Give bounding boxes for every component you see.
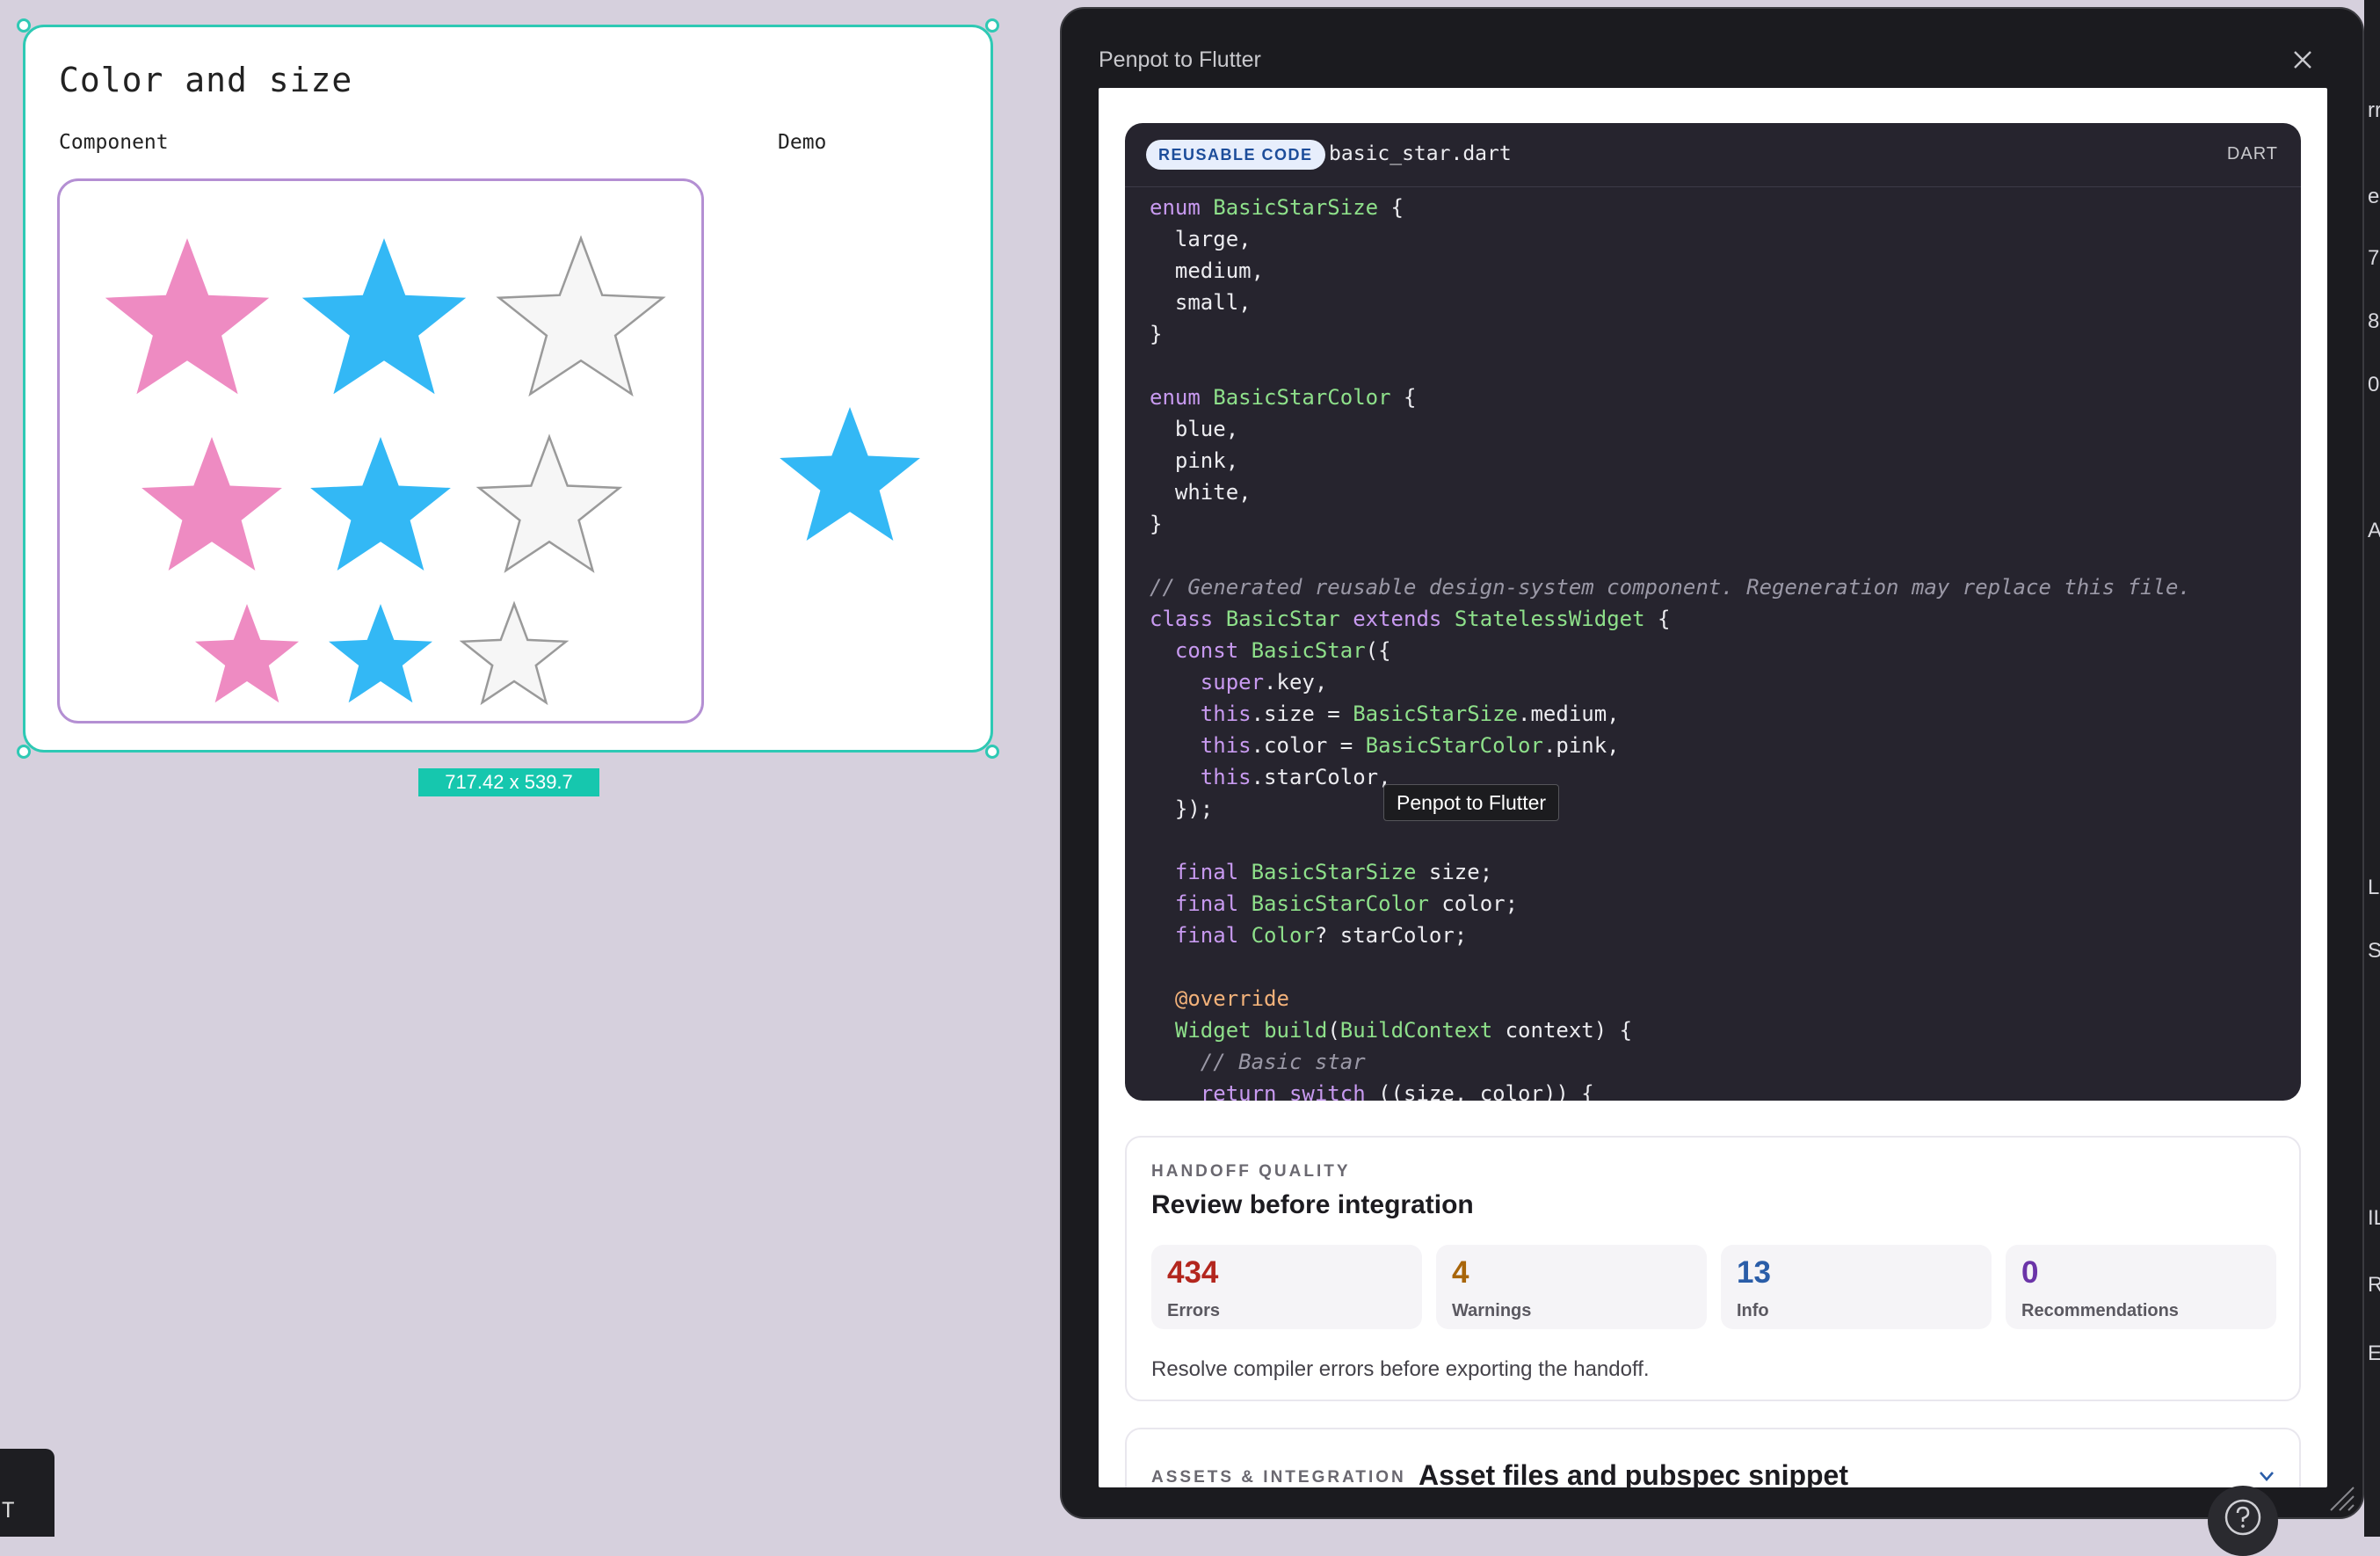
close-button[interactable] xyxy=(2287,44,2318,76)
star-large-blue[interactable] xyxy=(301,238,467,395)
help-icon xyxy=(2224,1499,2261,1536)
star-medium-white[interactable] xyxy=(475,433,623,573)
right-sidebar-strip xyxy=(2364,0,2380,1537)
stat-label: Info xyxy=(1737,1301,1769,1320)
file-name: basic_star.dart xyxy=(1329,142,1512,165)
stat-info[interactable]: 13 Info xyxy=(1721,1245,1992,1329)
bottom-left-toolbar[interactable]: T xyxy=(0,1449,54,1537)
stat-value: 13 xyxy=(1737,1255,1771,1290)
sidebar-clipped-text: 0 xyxy=(2368,373,2380,396)
sidebar-clipped-text: 8 xyxy=(2368,309,2380,333)
quality-eyebrow: HANDOFF QUALITY xyxy=(1151,1162,1351,1181)
stat-recommendations[interactable]: 0 Recommendations xyxy=(2006,1245,2276,1329)
star-large-white[interactable] xyxy=(496,235,666,397)
code-card: REUSABLE CODE basic_star.dart DART enum … xyxy=(1125,123,2301,1101)
star-medium-blue[interactable] xyxy=(310,437,451,571)
close-icon xyxy=(2294,51,2311,69)
stat-value: 4 xyxy=(1452,1255,1469,1290)
code-block[interactable]: enum BasicStarSize { large, medium, smal… xyxy=(1150,192,2191,1101)
stat-label: Recommendations xyxy=(2021,1301,2179,1320)
code-card-header: REUSABLE CODE basic_star.dart DART xyxy=(1125,123,2301,187)
demo-star-blue[interactable] xyxy=(780,407,920,541)
selection-size-badge: 717.42 x 539.7 xyxy=(418,768,599,796)
sidebar-clipped-text: E xyxy=(2368,1342,2380,1365)
chevron-down-icon[interactable] xyxy=(2257,1466,2276,1486)
artboard-color-and-size[interactable]: Color and size Component Demo xyxy=(17,18,999,759)
help-button[interactable] xyxy=(2208,1486,2278,1556)
sidebar-clipped-text: R xyxy=(2368,1273,2380,1297)
sidebar-clipped-text: rr xyxy=(2368,98,2380,122)
panel-title: Penpot to Flutter xyxy=(1099,47,1261,72)
reusable-code-badge: REUSABLE CODE xyxy=(1146,140,1325,170)
tooltip: Penpot to Flutter xyxy=(1383,784,1560,821)
sidebar-clipped-text: IL xyxy=(2368,1206,2380,1230)
sidebar-clipped-text: e xyxy=(2368,185,2380,208)
assets-title: Asset files and pubspec snippet xyxy=(1419,1459,1848,1487)
stat-label: Warnings xyxy=(1452,1301,1532,1320)
sidebar-clipped-text: 7 xyxy=(2368,246,2380,270)
stars-canvas xyxy=(105,235,920,706)
sidebar-clipped-text: LL xyxy=(2368,876,2380,899)
quality-note: Resolve compiler errors before exporting… xyxy=(1151,1357,1650,1381)
assets-integration-card[interactable]: ASSETS & INTEGRATION Asset files and pub… xyxy=(1125,1428,2301,1487)
language-label: DART xyxy=(2226,144,2278,164)
sidebar-clipped-text: STA xyxy=(2368,939,2380,963)
quality-title: Review before integration xyxy=(1151,1190,1474,1219)
stat-errors[interactable]: 434 Errors xyxy=(1151,1245,1422,1329)
handoff-quality-card: HANDOFF QUALITY Review before integratio… xyxy=(1125,1136,2301,1401)
panel-content[interactable]: REUSABLE CODE basic_star.dart DART enum … xyxy=(1099,88,2327,1487)
star-large-pink[interactable] xyxy=(105,238,270,395)
star-small-pink[interactable] xyxy=(195,604,299,703)
star-small-white[interactable] xyxy=(459,600,570,706)
stat-warnings[interactable]: 4 Warnings xyxy=(1436,1245,1707,1329)
text-tool-glyph: T xyxy=(2,1498,15,1523)
resize-grip-icon[interactable] xyxy=(2324,1480,2355,1512)
stat-value: 0 xyxy=(2021,1255,2039,1290)
stat-value: 434 xyxy=(1167,1255,1219,1290)
stat-label: Errors xyxy=(1167,1301,1221,1320)
assets-eyebrow: ASSETS & INTEGRATION xyxy=(1151,1468,1406,1487)
plugin-panel: Penpot to Flutter REUSABLE CODE basic_st… xyxy=(1060,7,2364,1519)
star-small-blue[interactable] xyxy=(329,604,432,703)
sidebar-clipped-text: AY xyxy=(2368,519,2380,542)
star-medium-pink[interactable] xyxy=(141,437,282,571)
